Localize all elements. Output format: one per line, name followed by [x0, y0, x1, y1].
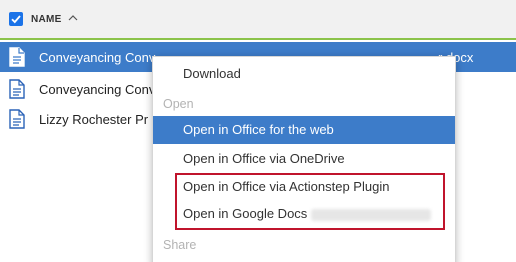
checkbox-checked-icon [11, 15, 21, 24]
select-all-checkbox[interactable] [9, 12, 23, 26]
menu-section-share: Share [163, 238, 197, 252]
document-icon [9, 109, 25, 129]
document-icon [9, 47, 25, 67]
highlight-annotation [175, 173, 445, 230]
table-header: NAME [0, 0, 516, 40]
file-name[interactable]: Conveyancing Conv [39, 50, 155, 65]
menu-section-open: Open [163, 97, 194, 111]
column-header-name[interactable]: NAME [31, 14, 62, 25]
context-menu: Download Open Open in Office for the web… [152, 56, 456, 262]
file-browser: NAME Conveyancing Conv r docx Conveyanci… [0, 0, 516, 262]
menu-item-open-office-onedrive[interactable]: Open in Office via OneDrive [153, 145, 455, 173]
file-name[interactable]: Conveyancing Conv [39, 82, 155, 97]
document-icon [9, 79, 25, 99]
menu-item-open-office-web[interactable]: Open in Office for the web [153, 116, 455, 144]
chevron-up-icon[interactable] [68, 14, 78, 22]
file-name[interactable]: Lizzy Rochester Pr [39, 112, 148, 127]
menu-item-download[interactable]: Download [153, 60, 455, 88]
